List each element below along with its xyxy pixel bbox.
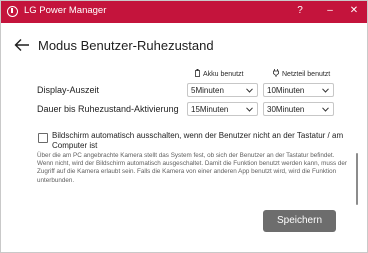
camera-auto-off-checkbox[interactable] xyxy=(38,133,48,143)
camera-auto-off-description: Über die am PC angebrachte Kamera stellt… xyxy=(37,152,347,184)
page-title: Modus Benutzer-Ruhezustand xyxy=(38,38,214,53)
column-label-battery: Akku benutzt xyxy=(203,71,244,78)
power-icon xyxy=(7,6,18,17)
back-arrow-icon[interactable] xyxy=(14,38,30,52)
row-label-sleep-delay: Dauer bis Ruhezustand-Aktivierung xyxy=(37,104,179,114)
chevron-down-icon xyxy=(246,88,253,93)
plug-icon xyxy=(273,69,279,77)
scrollbar[interactable] xyxy=(356,153,358,205)
close-button[interactable]: ✕ xyxy=(347,4,361,18)
chevron-down-icon xyxy=(322,107,329,112)
display-timeout-plugged-select[interactable]: 10Minuten xyxy=(263,83,334,97)
help-button[interactable]: ? xyxy=(293,4,307,18)
select-value: 15Minuten xyxy=(191,105,229,114)
title-bar: LG Power Manager ? – ✕ xyxy=(1,1,367,23)
app-window: LG Power Manager ? – ✕ Modus Benutzer-Ru… xyxy=(0,0,368,253)
battery-icon xyxy=(195,69,200,77)
select-value: 30Minuten xyxy=(267,105,305,114)
column-header-plugged: Netzteil benutzt xyxy=(273,69,330,78)
sleep-delay-plugged-select[interactable]: 30Minuten xyxy=(263,102,334,116)
chevron-down-icon xyxy=(246,107,253,112)
select-value: 10Minuten xyxy=(267,86,305,95)
chevron-down-icon xyxy=(322,88,329,93)
column-label-plugged: Netzteil benutzt xyxy=(282,71,331,78)
save-button[interactable]: Speichern xyxy=(263,210,336,232)
minimize-button[interactable]: – xyxy=(323,4,337,18)
display-timeout-battery-select[interactable]: 5Minuten xyxy=(187,83,258,97)
sleep-delay-battery-select[interactable]: 15Minuten xyxy=(187,102,258,116)
column-header-battery: Akku benutzt xyxy=(195,69,243,78)
window-title: LG Power Manager xyxy=(24,5,107,16)
select-value: 5Minuten xyxy=(191,86,224,95)
camera-auto-off-label[interactable]: Bildschirm automatisch ausschalten, wenn… xyxy=(52,131,352,151)
row-label-display-timeout: Display-Auszeit xyxy=(37,85,100,95)
